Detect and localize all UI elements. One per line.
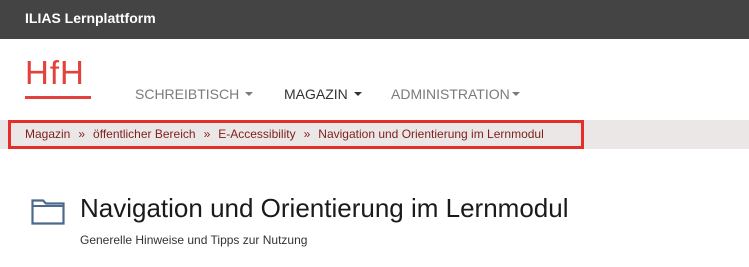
breadcrumb-highlight-box (8, 120, 584, 149)
hfh-logo[interactable]: HfH (25, 56, 91, 100)
nav-label-schreibtisch: SCHREIBTISCH (135, 86, 240, 102)
folder-icon (31, 199, 65, 225)
chevron-down-icon (353, 92, 362, 97)
nav-item-schreibtisch[interactable]: SCHREIBTISCH (135, 86, 254, 102)
nav-label-magazin: MAGAZIN (284, 86, 348, 102)
logo-underline (25, 96, 91, 99)
page-title: Navigation und Orientierung im Lernmodul (80, 193, 569, 223)
top-bar: ILIAS Lernplattform (0, 0, 749, 39)
app-title[interactable]: ILIAS Lernplattform (25, 10, 156, 26)
nav-item-administration[interactable]: ADMINISTRATION (391, 86, 520, 102)
nav-item-magazin[interactable]: MAGAZIN (284, 86, 362, 102)
page-subtitle: Generelle Hinweise und Tipps zur Nutzung (80, 233, 308, 247)
nav-label-administration: ADMINISTRATION (391, 86, 510, 102)
chevron-down-icon (511, 92, 520, 97)
chevron-down-icon (245, 92, 254, 97)
logo-text: HfH (25, 54, 85, 91)
